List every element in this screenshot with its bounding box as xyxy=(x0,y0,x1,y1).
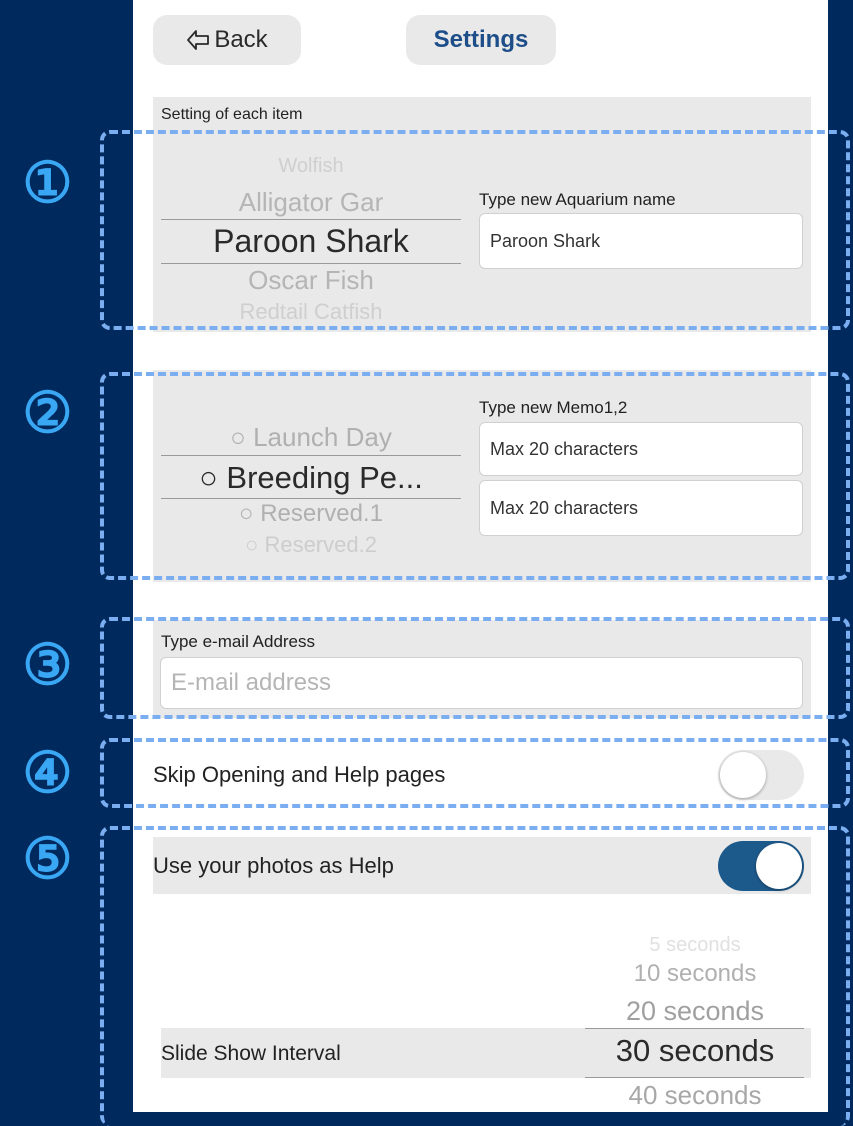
marker-1: ① xyxy=(22,151,73,214)
back-label: Back xyxy=(214,26,268,53)
annotation-frame-4 xyxy=(100,738,850,808)
annotation-frame-3 xyxy=(100,617,850,719)
marker-5: ⑤ xyxy=(22,827,73,890)
annotation-frame-5 xyxy=(100,826,850,1126)
item-section-header: Setting of each item xyxy=(161,106,303,123)
marker-2: ② xyxy=(22,381,73,444)
marker-4: ④ xyxy=(22,741,73,804)
marker-3: ③ xyxy=(22,633,73,696)
back-arrow-icon xyxy=(186,29,214,51)
back-button[interactable]: Back xyxy=(153,15,301,65)
annotation-frame-2 xyxy=(100,372,850,580)
annotation-frame-1 xyxy=(100,130,850,330)
page-title: Settings xyxy=(406,15,556,65)
